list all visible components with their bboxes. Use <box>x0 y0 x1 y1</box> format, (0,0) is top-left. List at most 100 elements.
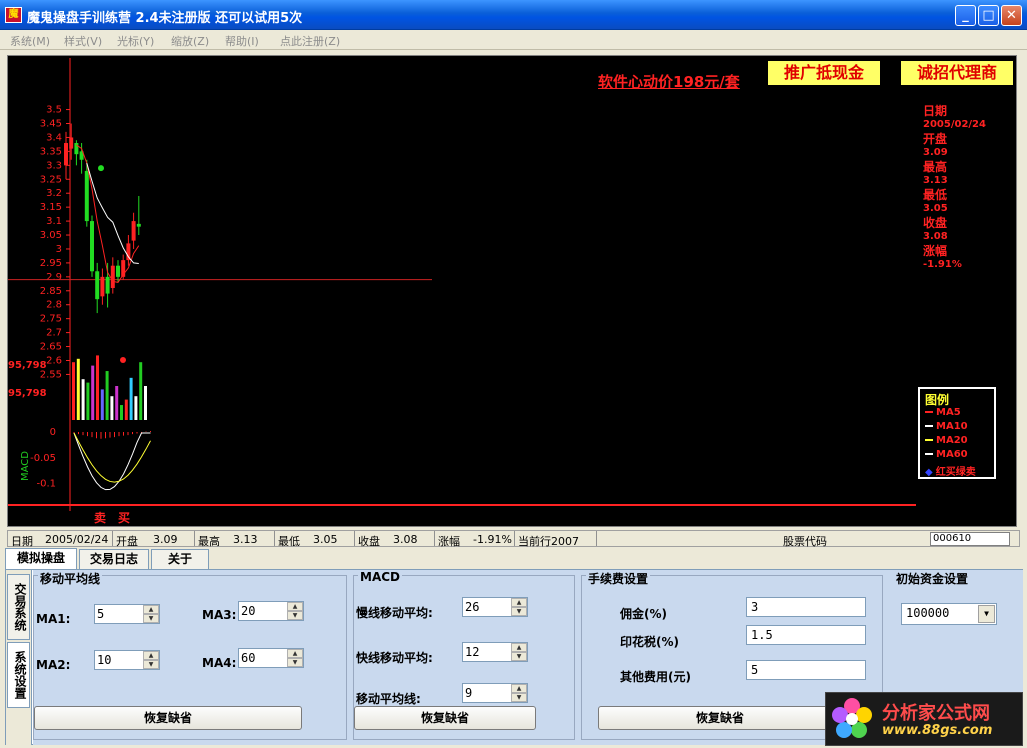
macd-signal-up-button[interactable]: ▲ <box>511 684 527 693</box>
info-high: 3.13 <box>923 175 948 186</box>
capital-select[interactable]: 100000 ▼ <box>901 603 997 625</box>
candle-body <box>90 221 94 272</box>
volume-bar <box>91 365 95 420</box>
maximize-button[interactable]: □ <box>978 5 999 26</box>
ma3-stepper[interactable]: ▲ ▼ <box>238 601 304 621</box>
menu-help[interactable]: 帮助(I) <box>225 33 259 49</box>
macd-fast-down-button[interactable]: ▼ <box>511 652 527 661</box>
vtab-system-settings[interactable]: 系统设置 <box>7 642 30 708</box>
candle-body <box>74 143 79 155</box>
macd-tick-label: -0.1 <box>36 479 56 490</box>
capital-value: 100000 <box>906 606 950 620</box>
ma2-stepper[interactable]: ▲ ▼ <box>94 650 160 670</box>
ma3-input[interactable] <box>241 604 285 618</box>
price-tick-label: 2.75 <box>40 314 62 325</box>
tab-simulated-trading[interactable]: 模拟操盘 <box>5 548 77 570</box>
candle-body <box>64 143 68 166</box>
price-tick-label: 3.05 <box>40 230 62 241</box>
ma1-label: MA1: <box>36 612 71 626</box>
status-high-label: 最高 <box>198 535 220 548</box>
stamp-tax-field[interactable]: 1.5 <box>746 625 866 645</box>
ma2-input[interactable] <box>97 653 141 667</box>
app-logo-icon[interactable]: 魔 <box>5 7 22 23</box>
flower-logo-icon <box>832 698 872 738</box>
macd-settings-group: MACD 慢线移动平均: ▲ ▼ 快线移动平均: ▲ ▼ 移动平均线: ▲ <box>353 570 575 740</box>
macd-slow-up-button[interactable]: ▲ <box>511 598 527 607</box>
ma3-up-button[interactable]: ▲ <box>287 602 303 611</box>
ma4-up-button[interactable]: ▲ <box>287 649 303 658</box>
macd-signal-down-button[interactable]: ▼ <box>511 693 527 702</box>
ma2-up-button[interactable]: ▲ <box>143 651 159 660</box>
price-tick-label: 3.45 <box>40 119 62 130</box>
menu-register[interactable]: 点此注册(Z) <box>280 33 340 49</box>
close-button[interactable]: ✕ <box>1001 5 1022 26</box>
ma4-down-button[interactable]: ▼ <box>287 658 303 667</box>
ma-settings-group: 移动平均线 MA1: ▲ ▼ MA3: ▲ ▼ MA2: ▲ ▼ <box>33 570 347 740</box>
ma1-input[interactable] <box>97 607 141 621</box>
price-tick-label: 3.25 <box>40 174 62 185</box>
ma-group-title: 移动平均线 <box>38 570 103 587</box>
promo-cash-button[interactable]: 推广抵现金 <box>768 61 880 85</box>
chart-legend: 图例 MA5 MA10 MA20 MA60 ◆ 红买绿卖 <box>918 387 996 479</box>
macd-signal-stepper[interactable]: ▲ ▼ <box>462 683 528 703</box>
macd-fast-up-button[interactable]: ▲ <box>511 643 527 652</box>
menu-cursor[interactable]: 光标(Y) <box>117 33 154 49</box>
legend-item-ma20: MA20 <box>925 435 968 446</box>
title-bar[interactable]: 魔 魔鬼操盘手训练营 2.4未注册版 还可以试用5次 _ □ ✕ <box>0 0 1027 30</box>
macd-slow-input[interactable] <box>465 600 509 614</box>
tab-trade-log[interactable]: 交易日志 <box>79 549 149 569</box>
price-promo-link[interactable]: 软件心动价198元/套 <box>598 71 740 92</box>
info-date: 2005/02/24 <box>923 119 986 130</box>
vtab-trading-system[interactable]: 交易系统 <box>7 574 30 640</box>
macd-signal-input[interactable] <box>465 686 509 700</box>
ma1-stepper[interactable]: ▲ ▼ <box>94 604 160 624</box>
macd-group-title: MACD <box>358 570 402 584</box>
ma4-input[interactable] <box>241 651 285 665</box>
promo-agent-button[interactable]: 诚招代理商 <box>901 61 1013 85</box>
menu-system[interactable]: 系统(M) <box>10 33 50 49</box>
ma3-down-button[interactable]: ▼ <box>287 611 303 620</box>
menu-style[interactable]: 样式(V) <box>64 33 102 49</box>
volume-label: 95,798 <box>8 360 47 371</box>
ma1-down-button[interactable]: ▼ <box>143 614 159 623</box>
menu-zoom[interactable]: 缩放(Z) <box>171 33 209 49</box>
ma4-stepper[interactable]: ▲ ▼ <box>238 648 304 668</box>
ma-reset-button[interactable]: 恢复缺省 <box>34 706 302 730</box>
ma2-down-button[interactable]: ▼ <box>143 660 159 669</box>
status-close-label: 收盘 <box>358 535 380 548</box>
candle-body <box>136 223 141 227</box>
macd-tick-label: 0 <box>50 427 56 438</box>
window-title: 魔鬼操盘手训练营 2.4未注册版 还可以试用5次 <box>27 11 303 26</box>
macd-fast-stepper[interactable]: ▲ ▼ <box>462 642 528 662</box>
candle-body <box>100 276 105 297</box>
chart-canvas[interactable]: 3.5 3.45 3.4 3.35 3.3 3.25 3.2 3.15 3.1 3.05 3 2.95… <box>8 56 1016 526</box>
macd-reset-button[interactable]: 恢复缺省 <box>354 706 536 730</box>
chevron-down-icon[interactable]: ▼ <box>978 605 995 623</box>
vertical-tabs: 交易系统 系统设置 <box>6 570 32 745</box>
tab-about[interactable]: 关于 <box>151 549 209 569</box>
volume-bar <box>110 396 114 420</box>
price-tick-label: 3.15 <box>40 202 62 213</box>
menu-bar: 系统(M) 样式(V) 光标(Y) 缩放(Z) 帮助(I) 点此注册(Z) <box>0 30 1027 50</box>
stock-code-field[interactable]: 000610 <box>930 532 1010 546</box>
fee-reset-button[interactable]: 恢复缺省 <box>598 706 842 730</box>
sell-mark-label: 卖 <box>94 510 106 525</box>
macd-fast-input[interactable] <box>465 645 509 659</box>
commission-field[interactable]: 3 <box>746 597 866 617</box>
sell-marker <box>98 165 104 172</box>
volume-bar <box>100 389 104 420</box>
other-fee-field[interactable]: 5 <box>746 660 866 680</box>
volume-bar <box>96 355 99 420</box>
status-date-label: 日期 <box>11 535 33 548</box>
volume-bar <box>120 405 123 420</box>
macd-slow-down-button[interactable]: ▼ <box>511 607 527 616</box>
legend-item-ma5: MA5 <box>925 407 961 418</box>
status-date: 2005/02/24 <box>45 533 109 546</box>
candle-body <box>131 221 136 241</box>
buy-marker <box>120 357 126 363</box>
commission-label: 佣金(%) <box>620 607 667 621</box>
ma1-up-button[interactable]: ▲ <box>143 605 159 614</box>
stock-chart[interactable]: 3.5 3.45 3.4 3.35 3.3 3.25 3.2 3.15 3.1 3.05 3 2.95… <box>7 55 1017 527</box>
minimize-button[interactable]: _ <box>955 5 976 26</box>
macd-slow-stepper[interactable]: ▲ ▼ <box>462 597 528 617</box>
